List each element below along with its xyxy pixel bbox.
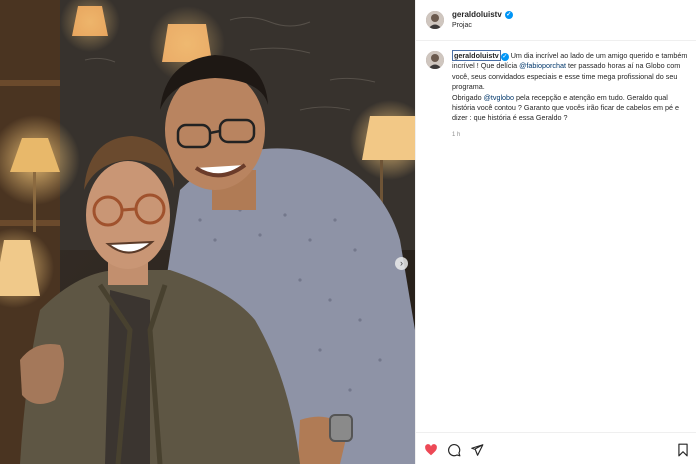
post-side-panel: geraldoluistv ✓ Projac geraldoluistv ✓ Um… bbox=[415, 0, 696, 464]
caption-body: geraldoluistv ✓ Um dia incrível ao lado d… bbox=[452, 50, 690, 140]
caption-text: Obrigado bbox=[452, 92, 484, 102]
caption-username[interactable]: geraldoluistv bbox=[452, 50, 501, 61]
avatar-image bbox=[426, 51, 444, 69]
action-bar bbox=[416, 432, 696, 465]
heart-icon[interactable] bbox=[424, 443, 438, 457]
mention-link[interactable]: @tvglobo bbox=[484, 93, 514, 102]
location-label[interactable]: Projac bbox=[452, 22, 472, 29]
header-username[interactable]: geraldoluistv bbox=[452, 10, 502, 19]
share-icon[interactable] bbox=[470, 443, 484, 457]
comment-icon[interactable] bbox=[447, 443, 461, 457]
bookmark-icon[interactable] bbox=[676, 443, 690, 457]
avatar-image bbox=[426, 11, 444, 29]
next-photo-button[interactable]: › bbox=[395, 257, 408, 270]
instagram-post: › geraldoluistv ✓ Projac geraldoluistv ✓… bbox=[0, 0, 696, 464]
timestamp[interactable]: 1 h bbox=[452, 130, 690, 140]
mention-link[interactable]: @fabioporchat bbox=[519, 61, 566, 70]
verified-icon: ✓ bbox=[500, 53, 509, 61]
photo-illustration bbox=[0, 0, 415, 464]
avatar[interactable] bbox=[426, 11, 444, 29]
post-photo[interactable]: › bbox=[0, 0, 415, 464]
post-header: geraldoluistv ✓ Projac bbox=[416, 0, 696, 41]
avatar[interactable] bbox=[426, 51, 444, 69]
verified-icon: ✓ bbox=[504, 10, 513, 19]
header-username-row: geraldoluistv ✓ bbox=[452, 10, 513, 19]
